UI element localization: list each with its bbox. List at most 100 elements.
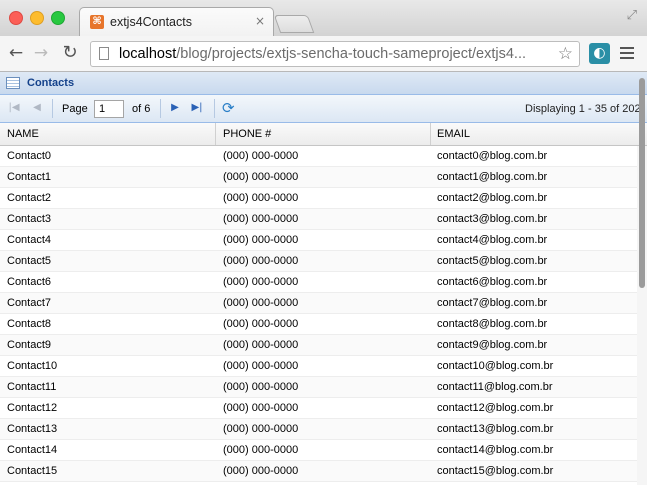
extension-icon[interactable]: ◐	[589, 43, 610, 64]
close-tab-icon[interactable]: ×	[255, 14, 265, 28]
prev-page-icon[interactable]: ◀	[30, 101, 44, 115]
email-cell: contact10@blog.com.br	[437, 360, 554, 372]
column-header-email[interactable]: EMAIL	[431, 123, 647, 145]
toolbar-separator	[214, 99, 215, 118]
next-page-icon[interactable]: ▶	[168, 101, 182, 115]
table-row[interactable]: Contact2 (000) 000-0000 contact2@blog.com.…	[0, 188, 637, 209]
page-label: Page	[62, 103, 88, 115]
email-cell: contact3@blog.com.br	[437, 213, 548, 225]
phone-cell: (000) 000-0000	[223, 150, 299, 162]
email-cell: contact0@blog.com.br	[437, 150, 548, 162]
browser-titlebar: ⌘ extjs4Contacts × ⤢	[0, 0, 647, 36]
phone-cell: (000) 000-0000	[223, 171, 299, 183]
table-row[interactable]: Contact15 (000) 000-0000 contact15@blog.co…	[0, 461, 637, 482]
close-window-button[interactable]	[9, 11, 23, 25]
table-row[interactable]: Contact14 (000) 000-0000 contact14@blog.co…	[0, 440, 637, 461]
table-row[interactable]: Contact10 (000) 000-0000 contact10@blog.co…	[0, 356, 637, 377]
phone-cell: (000) 000-0000	[223, 276, 299, 288]
displaying-info: Displaying 1 - 35 of 202	[525, 103, 641, 115]
toolbar-separator	[160, 99, 161, 118]
name-cell: Contact10	[7, 360, 58, 372]
page-count-label: of 6	[132, 103, 151, 115]
paging-toolbar: |◀ ◀ Page of 6 ▶ ▶| ⟳ Displaying 1 - 35 …	[0, 95, 647, 123]
scrollbar-thumb[interactable]	[639, 78, 645, 288]
table-row[interactable]: Contact5 (000) 000-0000 contact5@blog.com.…	[0, 251, 637, 272]
url-host: localhost	[119, 46, 177, 62]
bookmark-star-icon[interactable]: ☆	[558, 44, 573, 64]
phone-cell: (000) 000-0000	[223, 381, 299, 393]
panel-header: Contacts	[0, 72, 647, 95]
phone-cell: (000) 000-0000	[223, 360, 299, 372]
column-header-phone[interactable]: PHONE #	[216, 123, 431, 145]
reload-icon[interactable]: ↻	[60, 42, 80, 64]
phone-cell: (000) 000-0000	[223, 255, 299, 267]
table-row[interactable]: Contact11 (000) 000-0000 contact11@blog.co…	[0, 377, 637, 398]
browser-tab[interactable]: ⌘ extjs4Contacts ×	[79, 7, 274, 36]
table-row[interactable]: Contact0 (000) 000-0000 contact0@blog.com.…	[0, 146, 637, 167]
address-bar[interactable]: localhost/blog/projects/extjs-sencha-tou…	[90, 41, 580, 67]
fullscreen-icon[interactable]: ⤢	[627, 8, 637, 23]
minimize-window-button[interactable]	[30, 11, 44, 25]
phone-cell: (000) 000-0000	[223, 423, 299, 435]
grid-scrollbar[interactable]	[637, 78, 647, 485]
phone-cell: (000) 000-0000	[223, 213, 299, 225]
name-cell: Contact1	[7, 171, 52, 183]
menu-icon[interactable]	[620, 45, 634, 61]
url-path: /blog/projects/extjs-sencha-touch-samepr…	[176, 46, 527, 62]
name-cell: Contact15	[7, 465, 58, 477]
email-cell: contact6@blog.com.br	[437, 276, 548, 288]
zoom-window-button[interactable]	[51, 11, 65, 25]
last-page-icon[interactable]: ▶|	[190, 101, 204, 115]
phone-cell: (000) 000-0000	[223, 192, 299, 204]
name-cell: Contact2	[7, 192, 52, 204]
table-row[interactable]: Contact6 (000) 000-0000 contact6@blog.com.…	[0, 272, 637, 293]
name-cell: Contact12	[7, 402, 58, 414]
table-row[interactable]: Contact7 (000) 000-0000 contact7@blog.com.…	[0, 293, 637, 314]
email-cell: contact9@blog.com.br	[437, 339, 548, 351]
browser-toolbar: ← → ↻ localhost/blog/projects/extjs-senc…	[0, 36, 647, 72]
table-row[interactable]: Contact13 (000) 000-0000 contact13@blog.co…	[0, 419, 637, 440]
phone-cell: (000) 000-0000	[223, 444, 299, 456]
refresh-icon[interactable]: ⟳	[222, 100, 235, 116]
email-cell: contact12@blog.com.br	[437, 402, 554, 414]
back-arrow-icon[interactable]: ←	[6, 42, 26, 64]
phone-cell: (000) 000-0000	[223, 318, 299, 330]
email-cell: contact14@blog.com.br	[437, 444, 554, 456]
email-cell: contact4@blog.com.br	[437, 234, 548, 246]
email-cell: contact1@blog.com.br	[437, 171, 548, 183]
tab-title: extjs4Contacts	[110, 15, 192, 29]
name-cell: Contact8	[7, 318, 52, 330]
phone-cell: (000) 000-0000	[223, 402, 299, 414]
phone-cell: (000) 000-0000	[223, 234, 299, 246]
table-row[interactable]: Contact1 (000) 000-0000 contact1@blog.com.…	[0, 167, 637, 188]
email-cell: contact11@blog.com.br	[437, 381, 553, 393]
column-header-name[interactable]: NAME	[0, 123, 216, 145]
forward-arrow-icon[interactable]: →	[31, 42, 51, 64]
name-cell: Contact6	[7, 276, 52, 288]
favicon-icon: ⌘	[90, 15, 104, 29]
email-cell: contact2@blog.com.br	[437, 192, 548, 204]
phone-cell: (000) 000-0000	[223, 297, 299, 309]
table-row[interactable]: Contact8 (000) 000-0000 contact8@blog.com.…	[0, 314, 637, 335]
phone-cell: (000) 000-0000	[223, 339, 299, 351]
table-row[interactable]: Contact3 (000) 000-0000 contact3@blog.com.…	[0, 209, 637, 230]
table-row[interactable]: Contact12 (000) 000-0000 contact12@blog.co…	[0, 398, 637, 419]
name-cell: Contact0	[7, 150, 52, 162]
page-number-input[interactable]	[94, 100, 124, 118]
new-tab-button[interactable]	[273, 15, 315, 33]
name-cell: Contact14	[7, 444, 58, 456]
email-cell: contact7@blog.com.br	[437, 297, 548, 309]
email-cell: contact5@blog.com.br	[437, 255, 548, 267]
page-icon	[99, 47, 109, 60]
name-cell: Contact7	[7, 297, 52, 309]
table-row[interactable]: Contact4 (000) 000-0000 contact4@blog.com.…	[0, 230, 637, 251]
email-cell: contact8@blog.com.br	[437, 318, 548, 330]
phone-cell: (000) 000-0000	[223, 465, 299, 477]
email-cell: contact15@blog.com.br	[437, 465, 554, 477]
name-cell: Contact13	[7, 423, 58, 435]
url-text[interactable]: localhost/blog/projects/extjs-sencha-tou…	[119, 46, 526, 62]
table-row[interactable]: Contact9 (000) 000-0000 contact9@blog.com.…	[0, 335, 637, 356]
name-cell: Contact11	[7, 381, 57, 393]
name-cell: Contact4	[7, 234, 52, 246]
first-page-icon[interactable]: |◀	[7, 101, 21, 115]
